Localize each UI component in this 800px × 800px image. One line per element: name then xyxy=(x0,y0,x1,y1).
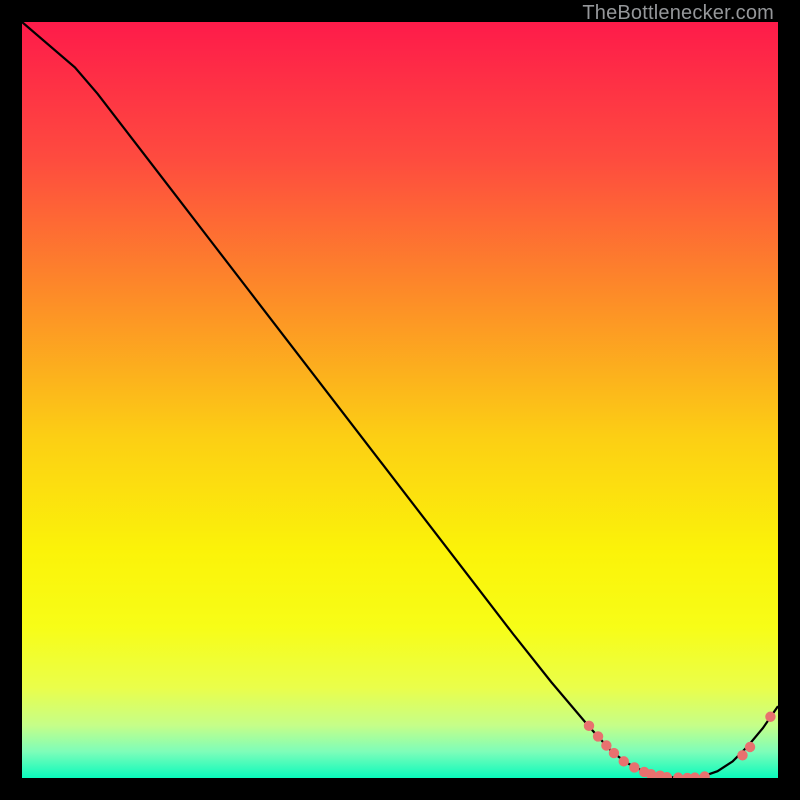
marker-point xyxy=(745,742,755,752)
marker-point xyxy=(619,756,629,766)
chart-svg xyxy=(22,22,778,778)
watermark-text: TheBottlenecker.com xyxy=(582,2,774,25)
marker-point xyxy=(609,748,619,758)
marker-point xyxy=(765,712,775,722)
chart-background xyxy=(22,22,778,778)
marker-point xyxy=(601,740,611,750)
marker-point xyxy=(584,721,594,731)
marker-point xyxy=(629,762,639,772)
marker-point xyxy=(737,750,747,760)
chart-frame xyxy=(22,22,778,778)
marker-point xyxy=(593,731,603,741)
